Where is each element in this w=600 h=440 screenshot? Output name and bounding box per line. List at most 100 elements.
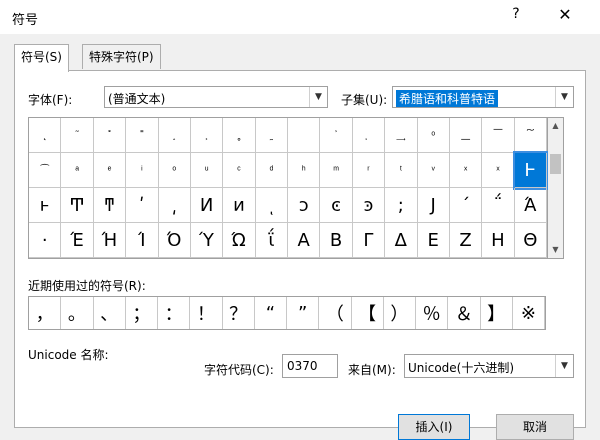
chevron-down-icon[interactable]: ▼ [555,87,573,107]
symbol-cell[interactable]: ͪ [288,153,321,188]
char-code-input[interactable]: 0370 [282,354,338,378]
symbol-cell[interactable]: ͥ [126,153,159,188]
symbol-cell[interactable]: ͐ [320,118,353,153]
symbol-cell[interactable]: ͤ [93,153,127,188]
symbol-cell[interactable]: Ύ [190,223,224,258]
symbol-cell[interactable]: Ͷ [190,188,224,223]
recent-symbol-cell[interactable]: ， [29,297,62,329]
recent-symbol-cell[interactable]: ” [287,297,320,329]
symbol-cell[interactable]: ˛ [29,118,62,153]
symbol-cell[interactable]: ΄ [449,188,483,223]
symbol-cell[interactable]: ͳ [93,188,127,223]
symbol-cell[interactable]: Ε [417,223,450,258]
symbol-cell[interactable]: Γ [352,223,386,258]
symbol-cell[interactable]: ͬ [352,153,386,188]
symbol-cell[interactable]: ͦ [417,118,450,153]
recent-symbol-cell[interactable]: ？ [223,297,255,329]
symbol-cell[interactable]: ͵ [158,188,191,223]
symbol-cell[interactable]: ΐ [255,223,288,258]
symbol-grid[interactable]: ˛ ˜ ˟ ˭ ˰ ˲ ˳ ˷ ͏ ͐ ͅ ͢ ͦ ͟ ͞ ͠ ͡ ͣ ͤ ͥ … [28,117,550,259]
font-select[interactable]: (普通文本) ▼ [104,86,328,108]
symbol-cell[interactable]: Ό [158,223,191,258]
scroll-thumb[interactable] [550,154,561,174]
symbol-cell[interactable]: ˷ [255,118,288,153]
symbol-cell[interactable]: ͭ [385,153,418,188]
symbol-cell[interactable]: ; [385,188,418,223]
chevron-down-icon[interactable]: ▼ [309,87,327,107]
symbol-cell[interactable]: ͟ [449,118,483,153]
symbol-cell[interactable]: ͼ [320,188,353,223]
recent-symbol-cell[interactable]: ％ [416,297,449,329]
symbol-cell[interactable]: ˭ [126,118,159,153]
symbol-cell[interactable]: ʹ [126,188,159,223]
symbol-cell[interactable]: Ώ [223,223,256,258]
chevron-down-icon[interactable]: ▼ [555,355,573,377]
symbol-cell[interactable]: Α [288,223,321,258]
symbol-cell[interactable]: ͏ [288,118,321,153]
recent-symbol-cell[interactable]: ； [126,297,158,329]
symbol-cell[interactable]: ͻ [288,188,321,223]
symbol-cell[interactable]: Έ [61,223,94,258]
symbol-cell[interactable]: ͅ [352,118,386,153]
recent-symbol-cell[interactable]: ※ [513,297,545,329]
recent-symbols-grid[interactable]: ， 。 、 ； ： ！ ？ “ ” （ 【 ） ％ ＆ 】 ※ [28,296,546,330]
symbol-cell[interactable]: ͯ [449,153,483,188]
symbol-cell[interactable]: ͨ [223,153,256,188]
symbol-grid-scrollbar[interactable]: ▲ ▼ [548,117,564,259]
cancel-button[interactable]: 取消 [496,414,574,440]
tab-special-characters[interactable]: 特殊字符(P) [82,44,161,69]
recent-symbol-cell[interactable]: ： [158,297,191,329]
symbol-cell[interactable]: · [29,223,62,258]
symbol-cell[interactable]: ͧ [190,153,224,188]
symbol-cell[interactable]: ͣ [61,153,94,188]
symbol-cell[interactable]: ͷ [223,188,256,223]
symbol-cell[interactable]: ΅ [482,188,515,223]
symbol-cell[interactable]: ͽ [352,188,386,223]
recent-symbol-cell[interactable]: 】 [481,297,513,329]
symbol-cell[interactable]: Δ [385,223,418,258]
recent-symbol-cell[interactable]: 【 [352,297,384,329]
symbol-cell[interactable]: ͱ [29,188,62,223]
symbol-cell-selected[interactable]: Ͱ [512,151,550,190]
insert-button[interactable]: 插入(I) [398,414,470,440]
symbol-cell[interactable]: ͢ [385,118,418,153]
symbol-cell[interactable]: ͯ [482,153,515,188]
scroll-down-icon[interactable]: ▼ [548,242,563,258]
symbol-cell[interactable]: Ζ [449,223,483,258]
symbol-cell[interactable]: ͞ [482,118,515,153]
symbol-cell[interactable]: ˟ [93,118,127,153]
symbol-cell[interactable]: ˲ [190,118,224,153]
help-icon[interactable]: ? [506,6,526,28]
symbol-cell[interactable]: ͠ [514,118,547,153]
symbol-cell[interactable]: ͫ [320,153,353,188]
recent-symbol-cell[interactable]: ＆ [448,297,481,329]
symbol-cell[interactable]: Ί [126,223,159,258]
recent-symbol-cell[interactable]: ！ [190,297,223,329]
close-icon[interactable]: ✕ [552,5,578,29]
symbol-cell[interactable]: Ή [93,223,127,258]
symbol-cell[interactable]: ͦ [158,153,191,188]
symbol-cell[interactable]: Ϳ [417,188,450,223]
symbol-cell[interactable]: ͮ [417,153,450,188]
recent-symbol-cell[interactable]: “ [255,297,287,329]
symbol-cell[interactable]: ˳ [223,118,256,153]
symbol-cell[interactable]: Ά [514,188,547,223]
symbol-cell[interactable]: Θ [514,223,547,258]
tab-symbols[interactable]: 符号(S) [14,44,69,72]
recent-symbol-cell[interactable]: 。 [61,297,94,329]
symbol-cell[interactable]: Ͳ [61,188,94,223]
recent-symbol-cell[interactable]: （ [319,297,352,329]
symbol-cell[interactable]: ͩ [255,153,288,188]
font-label: 字体(F): [28,93,73,107]
symbol-cell[interactable]: ˰ [158,118,191,153]
symbol-cell[interactable]: ͺ [255,188,288,223]
symbol-cell[interactable]: ˜ [61,118,94,153]
symbol-cell[interactable]: Β [320,223,353,258]
symbol-cell[interactable]: ͡ [29,153,62,188]
scroll-up-icon[interactable]: ▲ [548,118,563,134]
from-select[interactable]: Unicode(十六进制) ▼ [404,354,574,378]
recent-symbol-cell[interactable]: 、 [94,297,126,329]
symbol-cell[interactable]: Η [482,223,515,258]
recent-symbol-cell[interactable]: ） [384,297,416,329]
subset-select[interactable]: 希腊语和科普特语 ▼ [392,86,574,108]
